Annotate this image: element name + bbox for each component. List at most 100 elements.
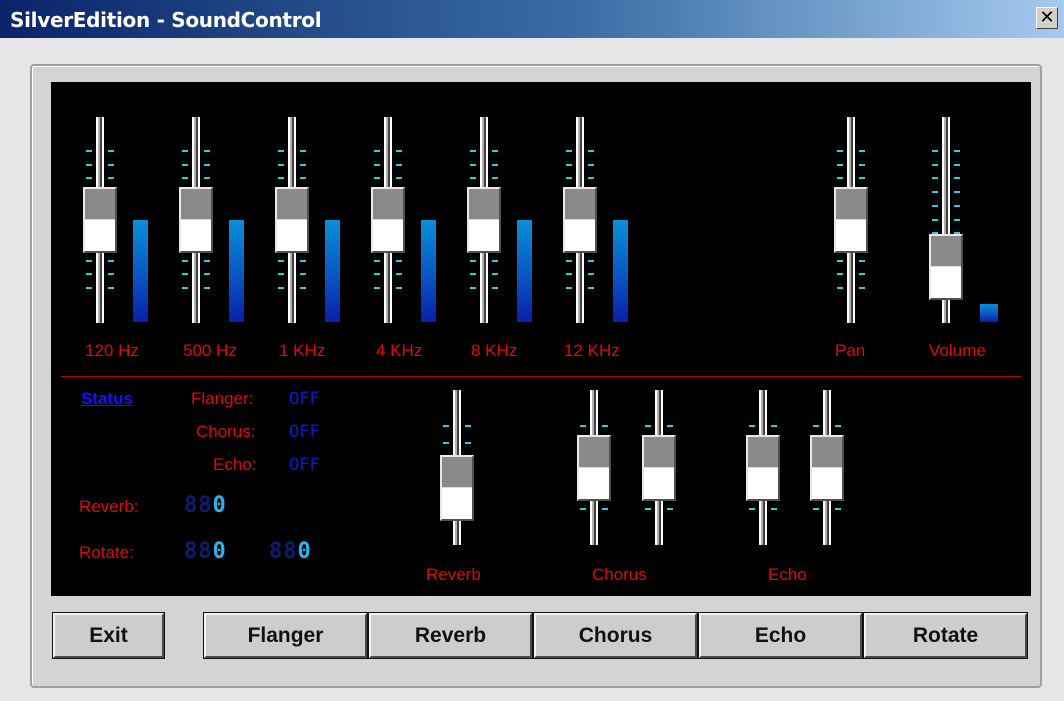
slider-tick [396, 177, 402, 180]
flanger-status-value: OFF [289, 389, 320, 409]
eq-slider-3[interactable] [358, 117, 418, 323]
volume-level-bar [980, 304, 998, 322]
chorus-slider-1[interactable] [564, 390, 624, 545]
eq-slider-4[interactable] [454, 117, 514, 323]
eq-slider-0[interactable] [70, 117, 130, 323]
eq-slider-5[interactable] [550, 117, 610, 323]
slider-tick [374, 259, 380, 262]
slider-tick [859, 163, 865, 166]
chorus-status-label: Chorus: [196, 422, 256, 441]
slider-thumb[interactable] [810, 434, 844, 501]
slider-tick [859, 177, 865, 180]
slider-tick [182, 150, 188, 152]
slider-tick [108, 287, 114, 289]
slider-thumb[interactable] [577, 434, 611, 501]
slider-tick [278, 177, 284, 180]
chorus-status-value: OFF [289, 422, 320, 442]
slider-tick [465, 425, 471, 427]
slider-tick [602, 508, 608, 510]
eq-level-bar-3 [421, 220, 436, 322]
slider-tick [566, 150, 572, 152]
slider-tick [667, 425, 673, 427]
slider-thumb[interactable] [642, 434, 676, 501]
slider-tick [954, 218, 960, 221]
slider-tick [470, 287, 476, 289]
slider-tick [602, 425, 608, 427]
slider-tick [374, 150, 380, 152]
slider-tick [645, 508, 651, 510]
echo-slider-2[interactable] [797, 390, 857, 545]
echo-button[interactable]: Echo [698, 612, 863, 659]
slider-tick [108, 177, 114, 180]
slider-thumb[interactable] [179, 187, 213, 253]
slider-tick [182, 177, 188, 180]
slider-thumb[interactable] [467, 187, 501, 253]
section-divider [61, 376, 1021, 377]
slider-tick [300, 177, 306, 180]
slider-tick [204, 177, 210, 180]
close-icon[interactable]: ✕ [1036, 7, 1058, 29]
eq-slider-2[interactable] [262, 117, 322, 323]
slider-tick [580, 508, 586, 510]
reverb-effect-slider[interactable] [427, 390, 487, 545]
echo-slider-1[interactable] [733, 390, 793, 545]
slider-tick [204, 150, 210, 152]
pan-slider[interactable] [821, 117, 881, 323]
slider-tick [278, 150, 284, 152]
slider-tick [396, 259, 402, 262]
slider-thumb[interactable] [275, 187, 309, 253]
slider-tick [374, 287, 380, 289]
eq-level-bar-0 [133, 220, 148, 322]
slider-tick [667, 508, 673, 510]
slider-thumb[interactable] [563, 187, 597, 253]
slider-thumb[interactable] [83, 187, 117, 253]
slider-thumb[interactable] [371, 187, 405, 253]
slider-thumb[interactable] [834, 187, 868, 253]
slider-tick [470, 177, 476, 180]
slider-tick [492, 273, 498, 276]
slider-tick [859, 150, 865, 152]
echo-slider-label: Echo [768, 565, 807, 584]
slider-tick [835, 425, 841, 427]
slider-thumb[interactable] [440, 455, 474, 522]
rotate-readout-2-dim: 88 [269, 539, 298, 564]
chorus-slider-2[interactable] [629, 390, 689, 545]
slider-thumb[interactable] [746, 434, 780, 501]
flanger-button[interactable]: Flanger [203, 612, 368, 659]
rotate-readout-label: Rotate: [79, 543, 134, 562]
slider-tick [278, 287, 284, 289]
slider-tick [204, 259, 210, 262]
slider-tick [813, 425, 819, 427]
chorus-button[interactable]: Chorus [533, 612, 698, 659]
eq-slider-1[interactable] [166, 117, 226, 323]
slider-tick [588, 177, 594, 180]
slider-tick [182, 273, 188, 276]
slider-tick [470, 163, 476, 166]
slider-tick [932, 204, 938, 207]
pan-label: Pan [835, 341, 866, 360]
slider-tick [108, 163, 114, 166]
reverb-readout-value: 0 [212, 493, 227, 518]
slider-tick [443, 425, 449, 427]
exit-button[interactable]: Exit [52, 612, 165, 659]
slider-tick [108, 273, 114, 276]
slider-thumb[interactable] [929, 233, 963, 300]
slider-tick [954, 191, 960, 194]
slider-tick [86, 150, 92, 152]
slider-tick [932, 218, 938, 221]
status-link[interactable]: Status [81, 389, 133, 409]
slider-tick [470, 273, 476, 276]
slider-tick [932, 177, 938, 180]
slider-tick [300, 163, 306, 166]
rotate-button[interactable]: Rotate [863, 612, 1028, 659]
eq-level-bar-2 [325, 220, 340, 322]
slider-tick [204, 273, 210, 276]
reverb-button[interactable]: Reverb [368, 612, 533, 659]
slider-tick [837, 287, 843, 289]
slider-tick [443, 441, 449, 444]
slider-tick [374, 163, 380, 166]
slider-tick [932, 191, 938, 194]
volume-slider[interactable] [916, 117, 976, 323]
slider-tick [749, 508, 755, 510]
slider-tick [86, 177, 92, 180]
